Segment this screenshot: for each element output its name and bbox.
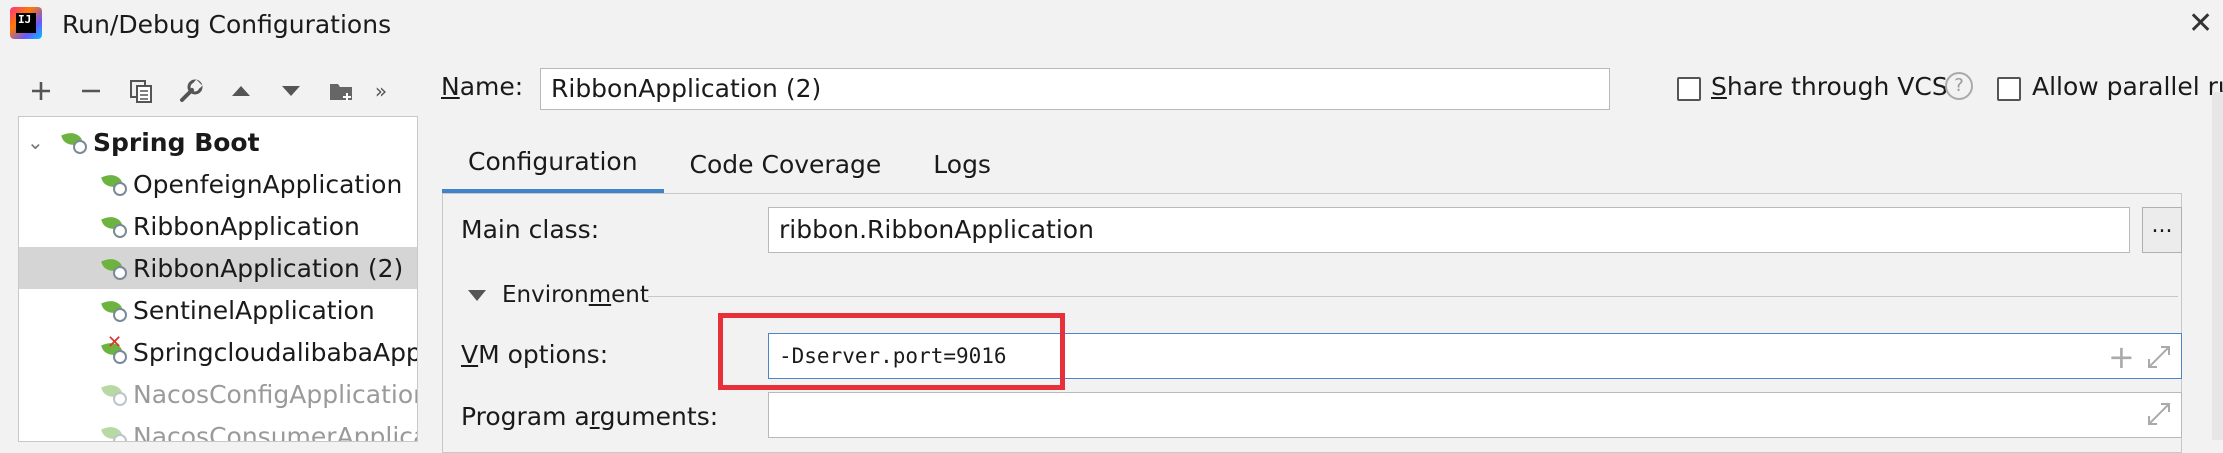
spring-boot-run-config-icon [101,254,129,282]
tree-item-label: RibbonApplication (2) [133,253,404,283]
tree-item[interactable]: RibbonApplication (2) [19,247,417,289]
arrow-up-icon[interactable] [216,71,266,111]
tree-item-label: SentinelApplication [133,295,375,325]
vm-options-label: VM options: [461,340,609,369]
config-tabs: Configuration Code Coverage Logs [442,134,1017,194]
window-title: Run/Debug Configurations [62,10,392,39]
spring-boot-run-config-icon [101,296,129,324]
main-class-input[interactable]: ribbon.RibbonApplication [768,207,2130,253]
allow-parallel-checkbox[interactable] [1997,77,2021,101]
spring-boot-run-config-icon [101,170,129,198]
program-arguments-input[interactable] [768,392,2182,438]
share-vcs-checkbox[interactable] [1677,77,1701,101]
tree-group-spring-boot[interactable]: ⌄ Spring Boot [19,121,417,163]
arrow-down-icon[interactable] [266,71,316,111]
spring-boot-run-config-icon [101,380,129,408]
scrollbar[interactable] [2212,92,2223,440]
section-divider [648,296,2178,297]
tree-item[interactable]: NacosConfigApplication [19,373,417,415]
tree-item[interactable]: RibbonApplication [19,205,417,247]
tree-item[interactable]: OpenfeignApplication [19,163,417,205]
tree-item-label: NacosConsumerApplicat [133,421,418,442]
remove-icon[interactable] [66,71,116,111]
spring-boot-icon [61,128,89,156]
copy-icon[interactable] [116,71,166,111]
tree-item-label: RibbonApplication [133,211,360,241]
help-icon[interactable]: ? [1945,72,1973,100]
config-tree: ⌄ Spring Boot OpenfeignApplication Ribbon… [18,116,418,442]
error-icon: ✕ [107,332,123,353]
environment-section-label[interactable]: Environment [502,282,649,308]
highlight-annotation [718,313,1065,390]
spring-boot-run-config-icon: ✕ [101,332,129,366]
more-icon[interactable]: » [366,71,396,111]
wrench-icon[interactable] [166,71,216,111]
allow-parallel-label: Allow parallel ru [2032,72,2223,101]
tree-item[interactable]: SentinelApplication [19,289,417,331]
expand-icon[interactable] [2145,343,2173,371]
tree-item-label: SpringcloudalibabaApplic [133,337,418,367]
tree-item-label: OpenfeignApplication [133,169,403,199]
tree-item[interactable]: NacosConsumerApplicat [19,415,418,442]
name-input[interactable]: RibbonApplication (2) [540,68,1610,110]
spring-boot-run-config-icon [101,212,129,240]
tab-code-coverage[interactable]: Code Coverage [664,134,908,194]
browse-button[interactable]: ... [2142,207,2182,253]
collapse-arrow-icon[interactable] [468,290,486,301]
add-icon[interactable]: + [2108,338,2135,376]
config-toolbar: » [16,70,396,112]
intellij-icon: IJ [10,7,42,39]
add-icon[interactable] [16,71,66,111]
name-label: Name: [441,72,524,101]
tree-group-label: Spring Boot [93,127,260,157]
expand-icon[interactable] [2145,400,2173,428]
tree-item-label: NacosConfigApplication [133,379,418,409]
chevron-down-icon[interactable]: ⌄ [27,130,49,154]
tab-configuration[interactable]: Configuration [442,134,664,194]
spring-boot-run-config-icon [101,422,129,441]
folder-add-icon[interactable] [316,71,366,111]
share-vcs-label: Share through VCS [1711,72,1948,101]
tab-logs[interactable]: Logs [907,134,1017,194]
tree-item[interactable]: ✕ SpringcloudalibabaApplic [19,331,417,373]
program-arguments-label: Program arguments: [461,402,719,431]
main-class-label: Main class: [461,215,600,244]
close-icon[interactable]: ✕ [2188,6,2213,41]
